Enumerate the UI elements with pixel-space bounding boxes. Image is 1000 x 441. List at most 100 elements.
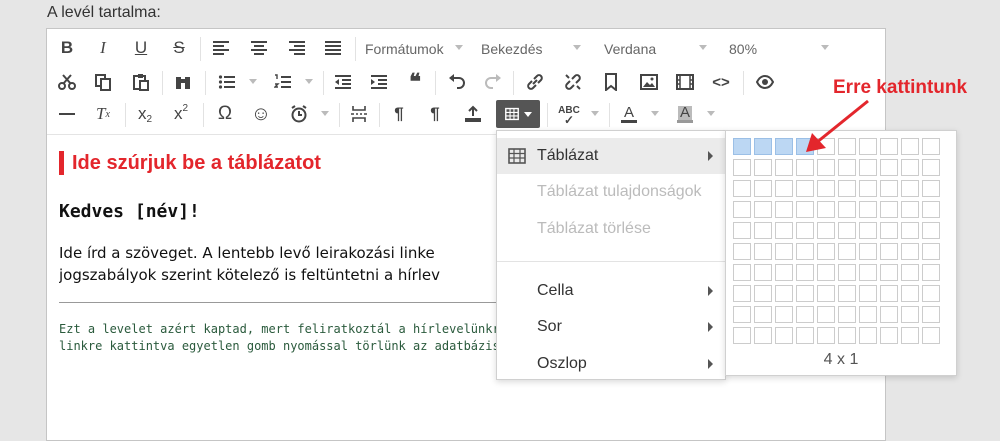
grid-cell[interactable] <box>838 285 856 302</box>
grid-cell[interactable] <box>817 138 835 155</box>
grid-cell[interactable] <box>796 264 814 281</box>
grid-cell[interactable] <box>922 264 940 281</box>
grid-cell[interactable] <box>733 306 751 323</box>
grid-cell[interactable] <box>733 159 751 176</box>
grid-cell[interactable] <box>817 327 835 344</box>
grid-cell[interactable] <box>859 180 877 197</box>
grid-cell[interactable] <box>775 285 793 302</box>
formats-dropdown[interactable]: Formátumok <box>365 41 444 57</box>
underline-button[interactable]: U <box>127 34 155 62</box>
font-size-dropdown[interactable]: 80% <box>729 41 757 57</box>
emoticon-icon[interactable]: ☺ <box>247 100 275 128</box>
grid-cell[interactable] <box>901 180 919 197</box>
grid-cell[interactable] <box>922 222 940 239</box>
grid-cell[interactable] <box>754 201 772 218</box>
grid-cell[interactable] <box>838 306 856 323</box>
grid-cell[interactable] <box>838 159 856 176</box>
grid-cell[interactable] <box>775 222 793 239</box>
paragraph-mark-icon[interactable]: ¶ <box>385 100 413 128</box>
grid-cell[interactable] <box>838 327 856 344</box>
grid-cell[interactable] <box>838 138 856 155</box>
grid-cell[interactable] <box>838 180 856 197</box>
grid-cell[interactable] <box>754 285 772 302</box>
grid-cell[interactable] <box>817 306 835 323</box>
blockquote-icon[interactable]: ❝ <box>401 68 429 96</box>
menu-item-delete-table[interactable]: Táblázat törlése <box>497 211 725 247</box>
align-right-icon[interactable] <box>283 34 311 62</box>
paste-icon[interactable] <box>127 68 155 96</box>
grid-cell[interactable] <box>775 243 793 260</box>
align-center-icon[interactable] <box>245 34 273 62</box>
grid-cell[interactable] <box>880 306 898 323</box>
grid-cell[interactable] <box>775 306 793 323</box>
subscript-icon[interactable]: x2 <box>131 100 159 128</box>
grid-cell[interactable] <box>754 222 772 239</box>
indent-icon[interactable] <box>365 68 393 96</box>
bold-button[interactable]: B <box>53 34 81 62</box>
chevron-down-icon[interactable] <box>591 111 599 116</box>
copy-icon[interactable] <box>89 68 117 96</box>
grid-cell[interactable] <box>796 138 814 155</box>
unlink-icon[interactable] <box>559 68 587 96</box>
grid-cell[interactable] <box>817 243 835 260</box>
italic-button[interactable]: I <box>89 34 117 62</box>
menu-item-cell[interactable]: Cella <box>497 273 725 309</box>
block-format-dropdown[interactable]: Bekezdés <box>481 41 542 57</box>
menu-item-table-properties[interactable]: Táblázat tulajdonságok <box>497 174 725 210</box>
align-justify-icon[interactable] <box>319 34 347 62</box>
text-color-icon[interactable]: A <box>615 100 643 128</box>
grid-cell[interactable] <box>817 201 835 218</box>
grid-cell[interactable] <box>775 201 793 218</box>
grid-cell[interactable] <box>922 327 940 344</box>
table-button[interactable] <box>496 100 540 128</box>
grid-cell[interactable] <box>817 180 835 197</box>
grid-cell[interactable] <box>859 306 877 323</box>
grid-cell[interactable] <box>859 159 877 176</box>
special-character-icon[interactable]: Ω <box>211 100 239 128</box>
grid-cell[interactable] <box>754 306 772 323</box>
clear-formatting-icon[interactable]: Tx <box>89 100 117 128</box>
grid-cell[interactable] <box>859 243 877 260</box>
horizontal-line-icon[interactable] <box>53 100 81 128</box>
grid-cell[interactable] <box>880 285 898 302</box>
grid-cell[interactable] <box>838 201 856 218</box>
grid-cell[interactable] <box>922 159 940 176</box>
grid-cell[interactable] <box>754 327 772 344</box>
chevron-down-icon[interactable] <box>651 111 659 116</box>
grid-cell[interactable] <box>859 201 877 218</box>
grid-cell[interactable] <box>901 285 919 302</box>
grid-cell[interactable] <box>859 264 877 281</box>
grid-cell[interactable] <box>880 201 898 218</box>
grid-cell[interactable] <box>754 180 772 197</box>
grid-cell[interactable] <box>754 159 772 176</box>
grid-cell[interactable] <box>901 138 919 155</box>
grid-cell[interactable] <box>859 138 877 155</box>
spellcheck-icon[interactable]: ABC ✓ <box>555 100 583 128</box>
grid-cell[interactable] <box>775 159 793 176</box>
chevron-down-icon[interactable] <box>305 79 313 84</box>
menu-item-table[interactable]: Táblázat <box>497 138 725 174</box>
grid-cell[interactable] <box>922 285 940 302</box>
chevron-down-icon[interactable] <box>707 111 715 116</box>
grid-cell[interactable] <box>922 201 940 218</box>
grid-cell[interactable] <box>880 138 898 155</box>
undo-icon[interactable] <box>443 68 471 96</box>
grid-cell[interactable] <box>733 243 751 260</box>
find-replace-icon[interactable] <box>169 68 197 96</box>
grid-cell[interactable] <box>733 264 751 281</box>
grid-cell[interactable] <box>817 264 835 281</box>
grid-cell[interactable] <box>922 243 940 260</box>
chevron-down-icon[interactable] <box>321 111 329 116</box>
grid-cell[interactable] <box>754 138 772 155</box>
strikethrough-button[interactable]: S <box>165 34 193 62</box>
grid-cell[interactable] <box>775 264 793 281</box>
grid-cell[interactable] <box>838 264 856 281</box>
media-icon[interactable] <box>671 68 699 96</box>
grid-cell[interactable] <box>859 327 877 344</box>
image-icon[interactable] <box>635 68 663 96</box>
grid-cell[interactable] <box>838 222 856 239</box>
grid-cell[interactable] <box>901 327 919 344</box>
grid-cell[interactable] <box>796 306 814 323</box>
bookmark-icon[interactable] <box>597 68 625 96</box>
grid-cell[interactable] <box>796 222 814 239</box>
